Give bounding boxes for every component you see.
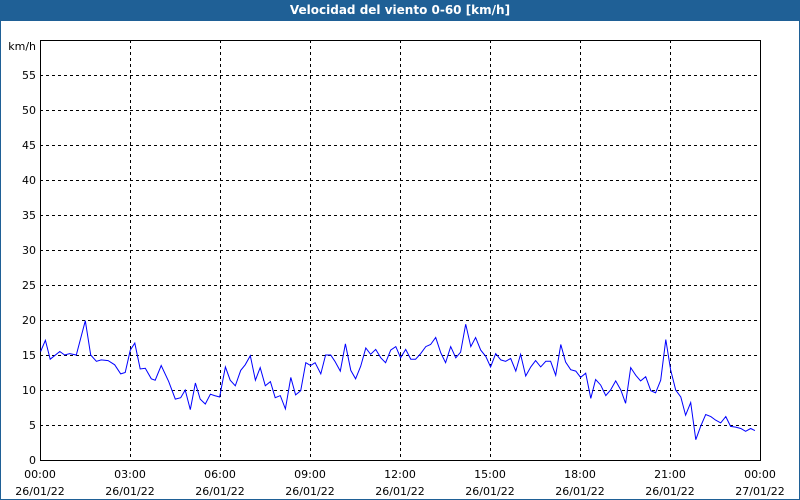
x-tick-time: 09:00 <box>294 468 326 481</box>
x-tick-time: 00:00 <box>744 468 776 481</box>
x-tick-date: 26/01/22 <box>15 485 64 498</box>
x-tick-time: 21:00 <box>654 468 686 481</box>
y-tick-label: 30 <box>22 244 36 257</box>
x-tick-date: 26/01/22 <box>465 485 514 498</box>
y-tick-label: 15 <box>22 349 36 362</box>
y-tick-label: 25 <box>22 279 36 292</box>
y-tick-label: 20 <box>22 314 36 327</box>
y-tick-label: 40 <box>22 174 36 187</box>
x-tick-time: 06:00 <box>204 468 236 481</box>
x-tick-time: 15:00 <box>474 468 506 481</box>
x-tick-time: 03:00 <box>114 468 146 481</box>
x-tick-date: 26/01/22 <box>645 485 694 498</box>
x-tick-date: 26/01/22 <box>285 485 334 498</box>
wind-speed-chart: km/h 0 5 10 15 20 25 30 35 40 45 50 55 00:00 26/01/22… <box>8 40 785 498</box>
y-tick-label: 50 <box>22 104 36 117</box>
x-tick-time: 00:00 <box>24 468 56 481</box>
x-tick-date: 26/01/22 <box>195 485 244 498</box>
x-tick-date: 26/01/22 <box>105 485 154 498</box>
x-tick-date: 27/01/22 <box>735 485 784 498</box>
y-axis-label: km/h <box>8 40 36 53</box>
x-tick-date: 26/01/22 <box>375 485 424 498</box>
y-tick-label: 5 <box>29 419 36 432</box>
x-tick-date: 26/01/22 <box>555 485 604 498</box>
x-tick-time: 12:00 <box>384 468 416 481</box>
x-tick-time: 18:00 <box>564 468 596 481</box>
y-tick-label: 35 <box>22 209 36 222</box>
wind-speed-line <box>40 320 756 440</box>
y-tick-label: 45 <box>22 139 36 152</box>
y-tick-label: 10 <box>22 384 36 397</box>
y-tick-label: 55 <box>22 69 36 82</box>
y-tick-label: 0 <box>29 454 36 467</box>
